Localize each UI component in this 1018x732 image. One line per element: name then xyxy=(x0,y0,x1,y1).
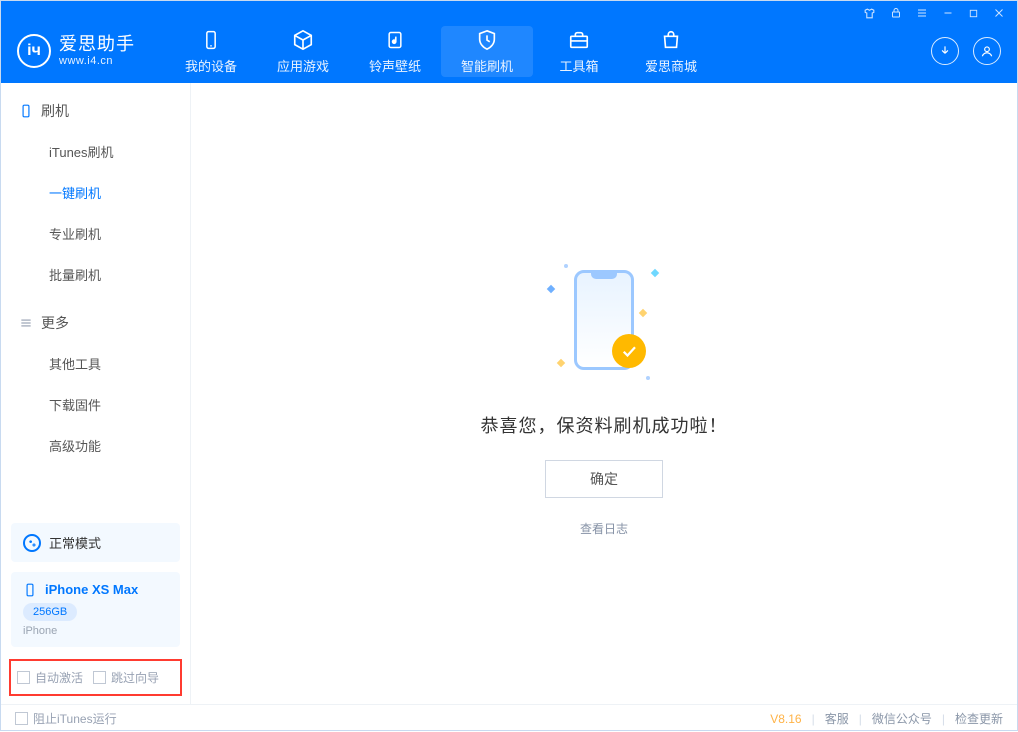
sidebar-item-advanced[interactable]: 高级功能 xyxy=(1,425,190,466)
tab-label: 智能刷机 xyxy=(461,56,513,75)
ok-button[interactable]: 确定 xyxy=(545,460,663,498)
sidebar-group-more: 更多 xyxy=(1,295,190,343)
mode-icon xyxy=(23,534,41,552)
checkbox-skip-guide[interactable]: 跳过向导 xyxy=(93,669,159,686)
tab-label: 工具箱 xyxy=(559,56,598,75)
sidebar-item-onekey-flash[interactable]: 一键刷机 xyxy=(1,172,190,213)
phone-small-icon xyxy=(23,583,37,597)
toolbox-icon xyxy=(567,28,591,52)
device-box[interactable]: iPhone XS Max 256GB iPhone xyxy=(11,572,180,647)
list-icon xyxy=(19,316,33,330)
main-panel: 恭喜您，保资料刷机成功啦！ 确定 查看日志 xyxy=(191,83,1017,704)
view-log-link[interactable]: 查看日志 xyxy=(580,520,628,537)
update-link[interactable]: 检查更新 xyxy=(955,710,1003,727)
music-icon xyxy=(383,28,407,52)
tshirt-icon[interactable] xyxy=(863,7,876,20)
logo-icon: iч xyxy=(17,34,51,68)
header: iч 爱思助手 www.i4.cn 我的设备 应用游戏 铃声壁纸 智能刷机 工具… xyxy=(1,25,1017,83)
group-title: 刷机 xyxy=(41,101,69,121)
tab-label: 爱思商城 xyxy=(645,56,697,75)
brand[interactable]: iч 爱思助手 www.i4.cn xyxy=(17,34,135,68)
tab-label: 应用游戏 xyxy=(277,56,329,75)
tab-label: 我的设备 xyxy=(185,56,237,75)
tab-label: 铃声壁纸 xyxy=(369,56,421,75)
check-badge-icon xyxy=(612,334,646,368)
bag-icon xyxy=(659,28,683,52)
checkbox-label: 跳过向导 xyxy=(111,669,159,686)
minimize-icon[interactable] xyxy=(942,7,954,19)
device-type: iPhone xyxy=(23,625,168,637)
sidebar-item-batch-flash[interactable]: 批量刷机 xyxy=(1,254,190,295)
user-button[interactable] xyxy=(973,37,1001,65)
brand-title: 爱思助手 xyxy=(59,35,135,55)
titlebar xyxy=(1,1,1017,25)
checkbox-auto-activate[interactable]: 自动激活 xyxy=(17,669,83,686)
support-link[interactable]: 客服 xyxy=(825,710,849,727)
phone-icon xyxy=(199,28,223,52)
tab-apps[interactable]: 应用游戏 xyxy=(257,26,349,77)
checkbox-label: 阻止iTunes运行 xyxy=(33,710,117,727)
close-icon[interactable] xyxy=(993,7,1005,19)
menu-icon[interactable] xyxy=(916,7,928,19)
wechat-link[interactable]: 微信公众号 xyxy=(872,710,932,727)
sidebar-item-other-tools[interactable]: 其他工具 xyxy=(1,343,190,384)
footer: 阻止iTunes运行 V8.16 | 客服 | 微信公众号 | 检查更新 xyxy=(1,704,1017,732)
version-label: V8.16 xyxy=(770,712,801,726)
mode-label: 正常模式 xyxy=(49,533,101,552)
brand-subtitle: www.i4.cn xyxy=(59,55,135,67)
checkbox-label: 自动激活 xyxy=(35,669,83,686)
tab-store[interactable]: 爱思商城 xyxy=(625,26,717,77)
tab-my-device[interactable]: 我的设备 xyxy=(165,26,257,77)
cube-icon xyxy=(291,28,315,52)
success-message: 恭喜您，保资料刷机成功啦！ xyxy=(481,412,728,438)
sidebar-item-download-firmware[interactable]: 下载固件 xyxy=(1,384,190,425)
sidebar-item-itunes-flash[interactable]: iTunes刷机 xyxy=(1,131,190,172)
success-illustration xyxy=(534,250,674,390)
device-name: iPhone XS Max xyxy=(45,582,138,597)
tab-flash[interactable]: 智能刷机 xyxy=(441,26,533,77)
maximize-icon[interactable] xyxy=(968,8,979,19)
sidebar-group-flash: 刷机 xyxy=(1,83,190,131)
options-highlighted: 自动激活 跳过向导 xyxy=(9,659,182,696)
lock-icon[interactable] xyxy=(890,7,902,19)
sidebar: 刷机 iTunes刷机 一键刷机 专业刷机 批量刷机 更多 其他工具 下载固件 … xyxy=(1,83,191,704)
device-icon xyxy=(19,104,33,118)
mode-box[interactable]: 正常模式 xyxy=(11,523,180,562)
checkbox-block-itunes[interactable]: 阻止iTunes运行 xyxy=(15,710,117,727)
sidebar-item-pro-flash[interactable]: 专业刷机 xyxy=(1,213,190,254)
tab-ringtones[interactable]: 铃声壁纸 xyxy=(349,26,441,77)
download-button[interactable] xyxy=(931,37,959,65)
tab-toolbox[interactable]: 工具箱 xyxy=(533,26,625,77)
main-tabs: 我的设备 应用游戏 铃声壁纸 智能刷机 工具箱 爱思商城 xyxy=(165,26,717,77)
group-title: 更多 xyxy=(41,313,69,333)
device-storage: 256GB xyxy=(23,603,77,621)
shield-icon xyxy=(475,28,499,52)
